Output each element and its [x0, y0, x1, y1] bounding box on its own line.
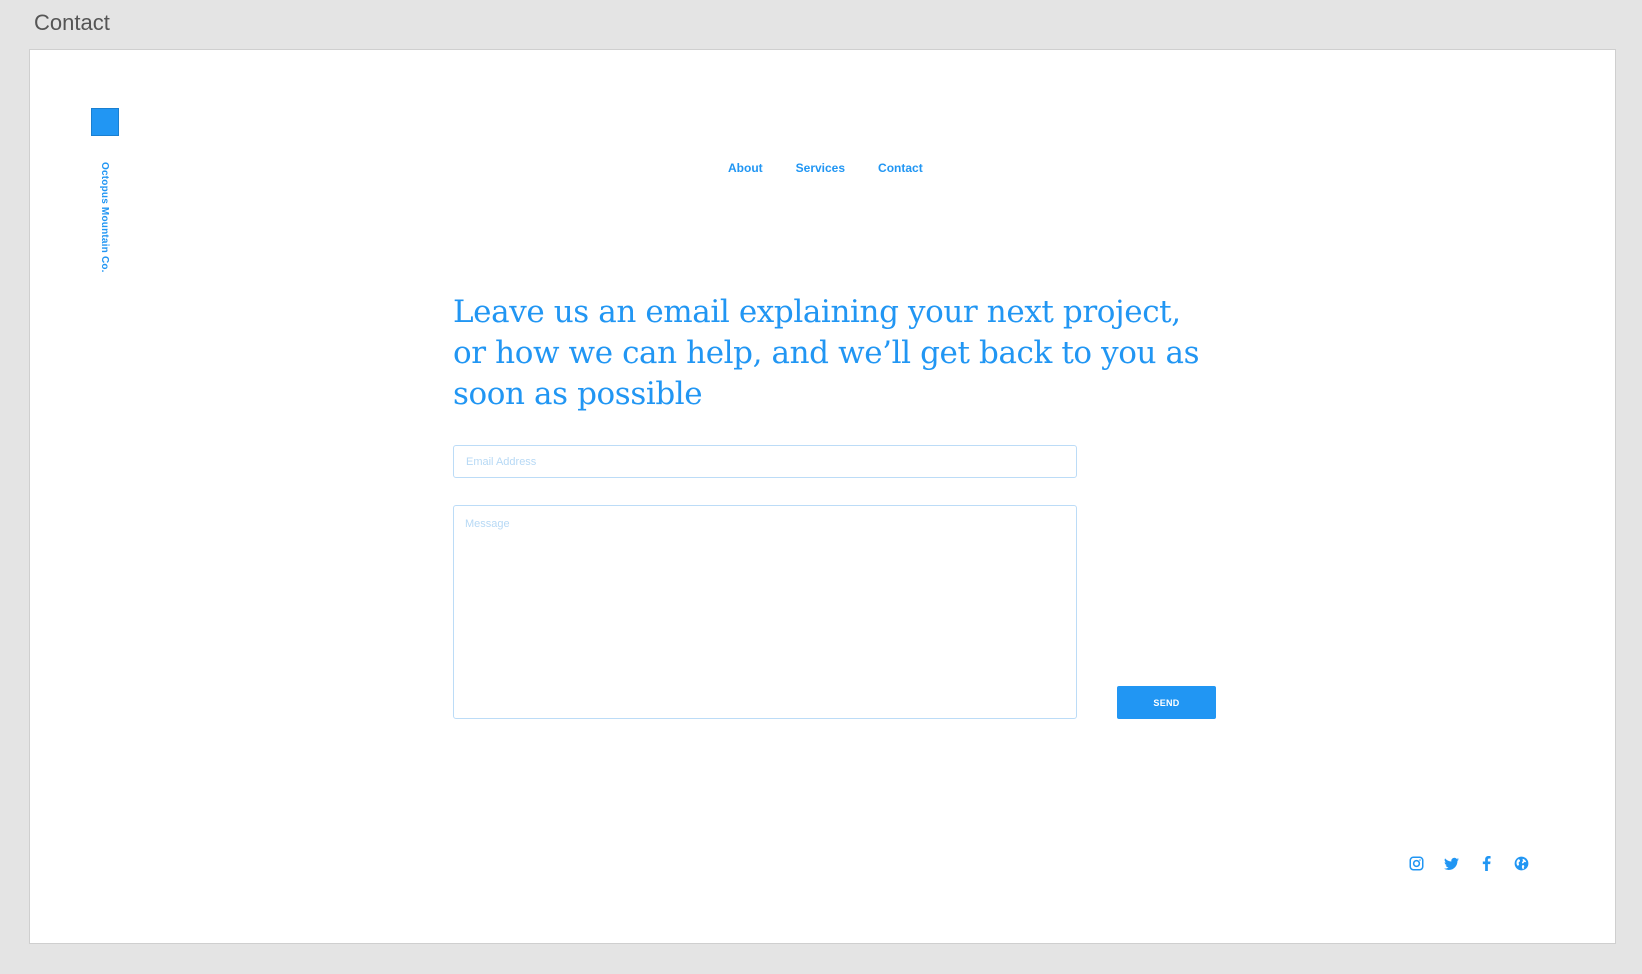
social-links	[1408, 855, 1530, 872]
nav-item-about[interactable]: About	[728, 161, 763, 175]
nav-item-contact[interactable]: Contact	[878, 161, 923, 175]
nav-item-services[interactable]: Services	[796, 161, 845, 175]
message-field[interactable]	[453, 505, 1077, 719]
twitter-icon[interactable]	[1443, 855, 1460, 872]
send-button[interactable]: SEND	[1117, 686, 1216, 719]
facebook-icon[interactable]	[1478, 855, 1495, 872]
instagram-icon[interactable]	[1408, 855, 1425, 872]
email-field[interactable]	[453, 445, 1077, 478]
logo-icon[interactable]	[91, 108, 119, 136]
globe-icon[interactable]	[1513, 855, 1530, 872]
brand-name[interactable]: Octopus Mountain Co.	[99, 162, 110, 273]
page-headline: Leave us an email explaining your next p…	[453, 294, 1200, 412]
contact-page: Octopus Mountain Co. About Services Cont…	[29, 49, 1616, 944]
main-nav: About Services Contact	[728, 161, 923, 175]
artboard-title: Contact	[34, 10, 110, 35]
